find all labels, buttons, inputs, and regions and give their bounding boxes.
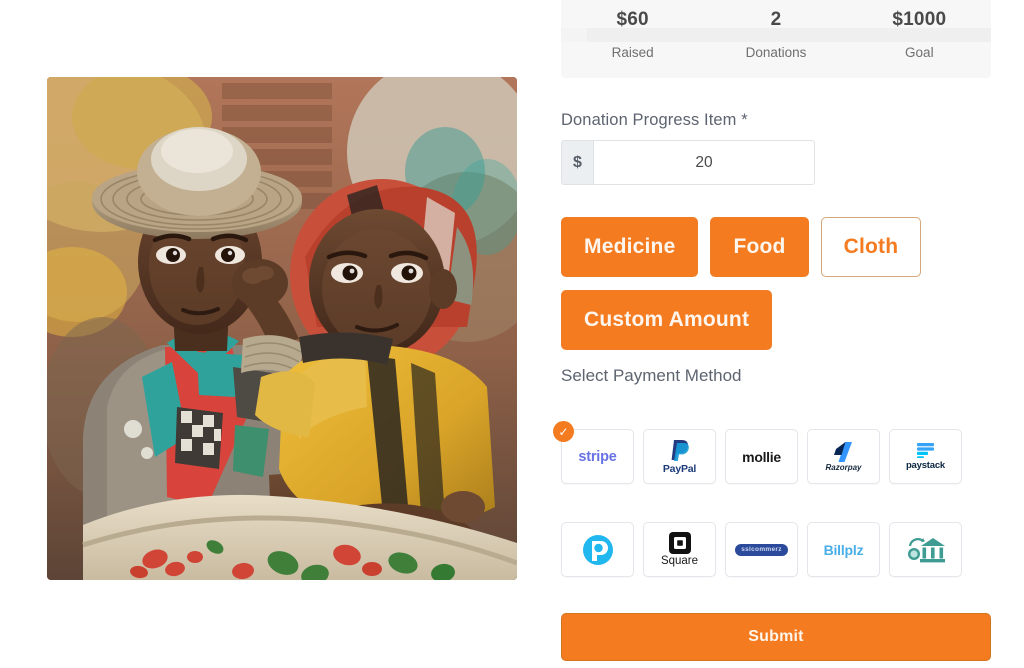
payment-option-sslcommerz[interactable]: sslcommerz	[725, 522, 798, 577]
submit-button[interactable]: Submit	[561, 613, 991, 661]
paypal-logo-icon	[671, 440, 689, 462]
paypal-logo-text: PayPal	[662, 463, 697, 476]
sslcommerz-logo-icon: sslcommerz	[735, 543, 788, 556]
preset-button-custom-amount[interactable]: Custom Amount	[561, 290, 773, 350]
payumoney-logo-icon	[582, 534, 613, 565]
stripe-logo-icon: stripe	[578, 448, 617, 465]
bank-transfer-icon	[907, 537, 945, 562]
donation-amount-input[interactable]	[593, 140, 815, 185]
payment-method-heading: Select Payment Method	[561, 366, 742, 385]
donation-item-label: Donation Progress Item *	[561, 111, 748, 129]
preset-button-medicine[interactable]: Medicine	[561, 217, 699, 277]
billplz-logo-icon: Billplz	[823, 541, 864, 558]
stat-raised: $60 Raised	[561, 10, 704, 60]
mollie-logo-icon: mollie	[742, 448, 781, 465]
preset-amount-row-1: Medicine Food Cloth	[561, 217, 922, 277]
donation-page: $60 Raised 2 Donations $1000 Goal Donati…	[0, 0, 1024, 668]
payment-option-stripe[interactable]: ✓ stripe	[553, 421, 634, 484]
campaign-stats-panel: $60 Raised 2 Donations $1000 Goal	[561, 0, 991, 78]
preset-button-cloth[interactable]: Cloth	[820, 217, 922, 277]
stat-donations-label: Donations	[745, 45, 807, 61]
stat-goal: $1000 Goal	[848, 10, 991, 60]
paystack-logo-icon	[916, 442, 934, 458]
payment-method-row-1: ✓ stripe PayPal mollie Razorpay paystack	[553, 421, 962, 484]
campaign-photo-container	[47, 77, 517, 580]
stat-raised-value: $60	[616, 9, 649, 31]
stat-donations: 2 Donations	[704, 10, 847, 60]
payment-method-row-2: Square sslcommerz Billplz	[561, 522, 962, 577]
payment-option-razorpay[interactable]: Razorpay	[807, 429, 880, 484]
currency-prefix-icon: $	[561, 140, 593, 185]
payment-option-paystack[interactable]: paystack	[889, 429, 962, 484]
campaign-photo	[47, 77, 517, 580]
stat-donations-value: 2	[770, 9, 782, 31]
payment-option-paypal[interactable]: PayPal	[643, 429, 716, 484]
stat-raised-label: Raised	[611, 45, 654, 61]
payment-option-mollie[interactable]: mollie	[725, 429, 798, 484]
selected-check-icon: ✓	[553, 421, 574, 442]
stat-goal-label: Goal	[905, 45, 934, 61]
razorpay-logo-icon	[833, 441, 852, 462]
stat-goal-value: $1000	[892, 9, 947, 31]
square-logo-text: Square	[660, 554, 699, 567]
preset-amount-row-2: Custom Amount	[561, 290, 773, 350]
razorpay-logo-text: Razorpay	[825, 462, 862, 472]
paystack-logo-text: paystack	[905, 459, 946, 471]
campaign-photo-illustration	[47, 77, 517, 580]
donation-amount-group: $	[561, 140, 815, 185]
payment-option-payumoney[interactable]	[561, 522, 634, 577]
payment-option-bank-transfer[interactable]	[889, 522, 962, 577]
preset-button-food[interactable]: Food	[710, 217, 809, 277]
square-logo-icon	[668, 531, 691, 554]
payment-option-billplz[interactable]: Billplz	[807, 522, 880, 577]
payment-option-square[interactable]: Square	[643, 522, 716, 577]
